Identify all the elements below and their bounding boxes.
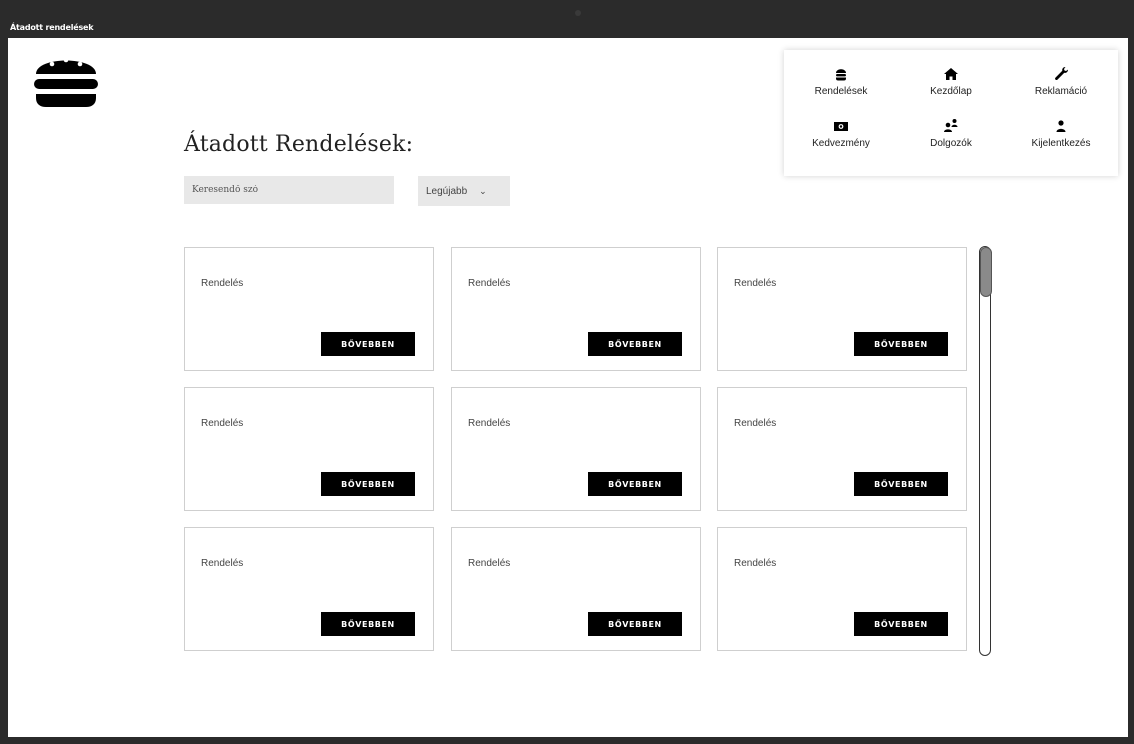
home-icon: [944, 68, 958, 80]
window-frame: Átadott rendelések Rendelések Kezdőlap R…: [0, 0, 1134, 744]
order-card: Rendelés BŐVEBBEN: [451, 527, 701, 651]
burger-icon: [836, 69, 846, 81]
more-button[interactable]: BŐVEBBEN: [321, 612, 415, 636]
more-button[interactable]: BŐVEBBEN: [321, 472, 415, 496]
order-card: Rendelés BŐVEBBEN: [184, 387, 434, 511]
order-card: Rendelés BŐVEBBEN: [184, 527, 434, 651]
more-button[interactable]: BŐVEBBEN: [588, 332, 682, 356]
card-title: Rendelés: [734, 278, 777, 289]
order-card: Rendelés BŐVEBBEN: [717, 247, 967, 371]
card-title: Rendelés: [468, 278, 511, 289]
nav-label: Kijelentkezés: [1031, 138, 1091, 149]
nav-panel: Rendelések Kezdőlap Reklamáció Kedvezmén…: [784, 50, 1118, 176]
order-card: Rendelés BŐVEBBEN: [451, 247, 701, 371]
more-button[interactable]: BŐVEBBEN: [854, 472, 948, 496]
chevron-down-icon: ⌄: [479, 185, 487, 196]
card-title: Rendelés: [468, 558, 511, 569]
nav-item-logout[interactable]: Kijelentkezés: [1016, 116, 1106, 162]
user-icon: [1056, 120, 1066, 132]
app-content: Rendelések Kezdőlap Reklamáció Kedvezmén…: [8, 38, 1128, 737]
page-title: Átadott Rendelések:: [184, 132, 414, 157]
scrollbar-track[interactable]: [979, 246, 992, 656]
wrench-icon: [1055, 67, 1068, 81]
search-input[interactable]: [184, 176, 394, 204]
nav-label: Dolgozók: [930, 138, 972, 149]
nav-item-home[interactable]: Kezdőlap: [906, 64, 996, 110]
card-title: Rendelés: [201, 278, 244, 289]
order-card: Rendelés BŐVEBBEN: [717, 387, 967, 511]
users-icon: [944, 119, 958, 132]
camera-dot: [575, 10, 581, 16]
card-title: Rendelés: [201, 558, 244, 569]
window-title: Átadott rendelések: [10, 23, 94, 32]
nav-item-employees[interactable]: Dolgozók: [906, 116, 996, 162]
more-button[interactable]: BŐVEBBEN: [854, 612, 948, 636]
card-title: Rendelés: [734, 558, 777, 569]
burger-logo-icon[interactable]: [30, 46, 102, 110]
more-button[interactable]: BŐVEBBEN: [588, 612, 682, 636]
nav-label: Rendelések: [814, 86, 868, 97]
nav-item-orders[interactable]: Rendelések: [796, 64, 886, 110]
nav-item-complaints[interactable]: Reklamáció: [1016, 64, 1106, 110]
order-card: Rendelés BŐVEBBEN: [451, 387, 701, 511]
card-title: Rendelés: [201, 418, 244, 429]
order-card: Rendelés BŐVEBBEN: [184, 247, 434, 371]
sort-value: Legújabb: [426, 185, 468, 197]
card-title: Rendelés: [468, 418, 511, 429]
nav-item-discount[interactable]: Kedvezmény: [796, 116, 886, 162]
sort-select[interactable]: Legújabb ⌄: [418, 176, 510, 206]
card-title: Rendelés: [734, 418, 777, 429]
more-button[interactable]: BŐVEBBEN: [321, 332, 415, 356]
nav-label: Reklamáció: [1034, 86, 1088, 97]
title-bar: Átadott rendelések: [8, 10, 1134, 38]
money-icon: [834, 122, 848, 131]
more-button[interactable]: BŐVEBBEN: [854, 332, 948, 356]
scrollbar-thumb[interactable]: [980, 247, 992, 297]
more-button[interactable]: BŐVEBBEN: [588, 472, 682, 496]
order-card: Rendelés BŐVEBBEN: [717, 527, 967, 651]
nav-label: Kedvezmény: [812, 138, 870, 149]
nav-label: Kezdőlap: [930, 86, 972, 97]
